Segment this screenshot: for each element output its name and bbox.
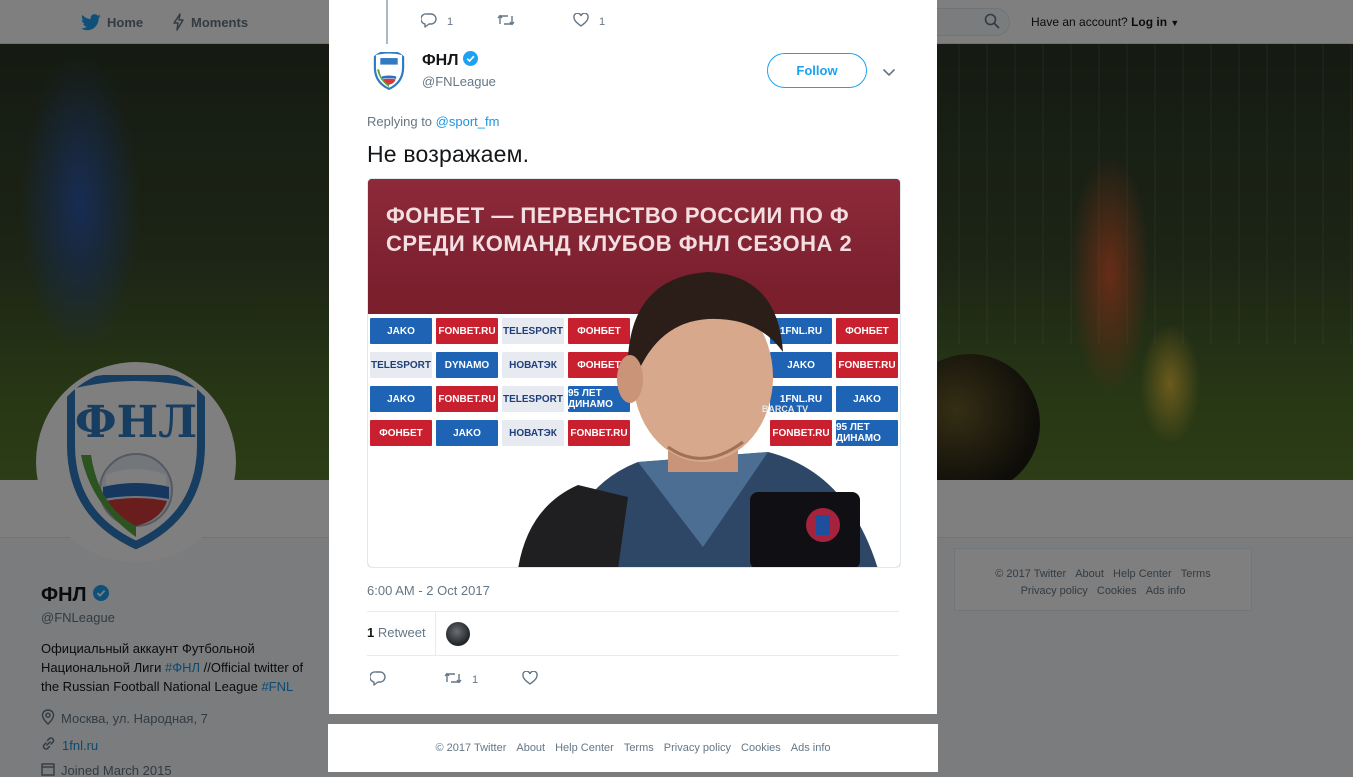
parent-reply-count: 1	[447, 16, 454, 28]
retweeter-avatar[interactable]	[446, 622, 470, 646]
tweet-author-name-text: ФНЛ	[422, 52, 459, 69]
tweet-stats: 1 Retweet	[367, 611, 899, 656]
parent-retweet-action[interactable]	[497, 13, 515, 30]
retweet-count: 1	[472, 673, 479, 686]
like-action[interactable]	[522, 670, 548, 688]
heart-icon	[522, 670, 538, 688]
media-banner-line-1: ФОНБЕТ — ПЕРВЕНСТВО РОССИИ ПО Ф	[386, 203, 850, 228]
parent-like-count: 1	[599, 15, 606, 28]
sponsor-logo: FONBET.RU	[436, 318, 498, 344]
sponsor-logo: JAKO	[436, 420, 498, 446]
retweet-stat-label: Retweet	[377, 625, 426, 640]
retweet-stat-count: 1	[367, 625, 375, 640]
footer-terms-link[interactable]: Terms	[624, 742, 654, 754]
tweet-text: Не возражаем.	[367, 141, 530, 167]
reply-icon	[420, 13, 437, 31]
reply-action[interactable]	[369, 671, 396, 689]
sponsor-logo: JAKO	[370, 386, 432, 412]
interviewee-figure	[518, 272, 878, 567]
media-banner-line-2: СРЕДИ КОМАНД КЛУБОВ ФНЛ СЕЗОНА 2	[386, 231, 853, 256]
heart-icon	[573, 12, 589, 30]
tweet-timestamp[interactable]: 6:00 AM - 2 Oct 2017	[367, 583, 490, 598]
footer-ads-link[interactable]: Ads info	[791, 742, 831, 754]
conversation-thread-line	[386, 0, 388, 44]
parent-reply-action[interactable]: 1	[420, 13, 454, 31]
tweet-media-image[interactable]: ФОНБЕТ — ПЕРВЕНСТВО РОССИИ ПО Ф СРЕДИ КО…	[367, 178, 901, 568]
tweet-author-handle[interactable]: @FNLeague	[422, 74, 496, 89]
footer-help-link[interactable]: Help Center	[555, 742, 614, 754]
verified-badge-icon	[463, 51, 479, 71]
chevron-down-icon[interactable]	[882, 64, 896, 82]
footer-about-link[interactable]: About	[516, 742, 545, 754]
tweet-author-name[interactable]: ФНЛ	[422, 51, 479, 71]
sponsor-logo: JAKO	[370, 318, 432, 344]
tweet-permalink-modal: 1 1 ФНЛ @FNLeague Follow Replying to @sp…	[329, 0, 937, 714]
stats-divider	[435, 612, 436, 656]
reply-icon	[369, 671, 386, 689]
footer-privacy-link[interactable]: Privacy policy	[664, 742, 731, 754]
mic-flag-text: BARÇA TV	[761, 404, 809, 414]
retweet-action[interactable]: 1	[444, 671, 478, 688]
sponsor-logo: DYNAMO	[436, 352, 498, 378]
replying-to-context: Replying to @sport_fm	[367, 114, 499, 129]
parent-like-action[interactable]: 1	[573, 12, 606, 30]
sponsor-logo: ФОНБЕТ	[370, 420, 432, 446]
retweet-icon	[444, 671, 462, 688]
fnl-shield-logo	[373, 52, 405, 90]
modal-footer: © 2017 Twitter About Help Center Terms P…	[328, 724, 938, 772]
replying-to-label: Replying to	[367, 114, 433, 129]
retweet-stat[interactable]: 1 Retweet	[367, 625, 426, 640]
retweet-icon	[497, 13, 515, 30]
footer-cookies-link[interactable]: Cookies	[741, 742, 781, 754]
footer-copyright: © 2017 Twitter	[435, 742, 507, 754]
sponsor-logo: FONBET.RU	[436, 386, 498, 412]
sponsor-logo: TELESPORT	[370, 352, 432, 378]
follow-button[interactable]: Follow	[767, 53, 867, 88]
tweet-author-avatar[interactable]	[368, 50, 410, 92]
replying-to-link[interactable]: @sport_fm	[436, 114, 500, 129]
